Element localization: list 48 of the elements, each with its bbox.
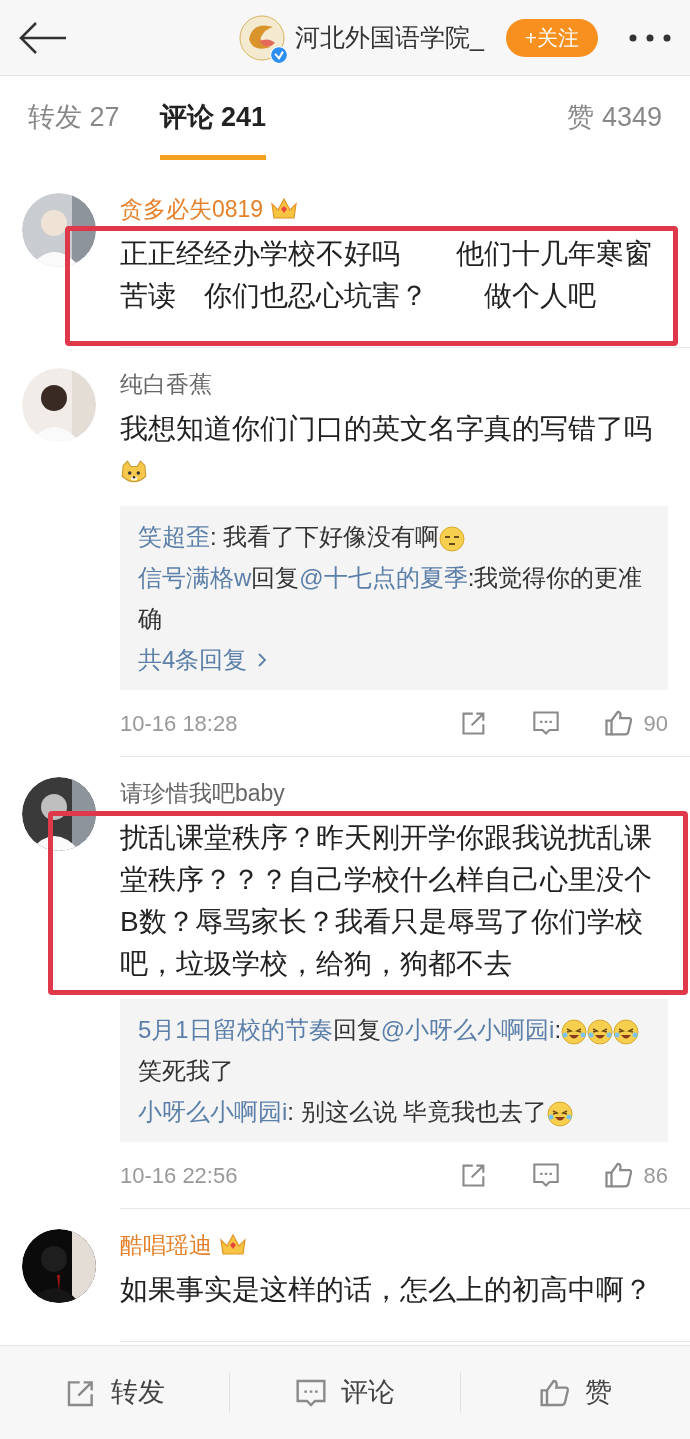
laughing-face-icon [561,1018,588,1045]
logo-icon [239,14,286,61]
tab[interactable]: 评论 241 [159,76,267,160]
repost-button[interactable]: 转发 [64,1372,165,1413]
like-button[interactable]: 90 [603,706,668,740]
comment-icon [531,709,560,737]
comment-tab-button[interactable]: 评论 [295,1372,395,1413]
chevron-right-icon [257,651,268,668]
account-name: 河北外国语学院_ [295,21,484,53]
username[interactable]: 贪多必失0819 [120,191,264,227]
user-link[interactable]: @十七点的夏季 [299,564,468,591]
comment-text: 我想知道你们门口的英文名字真的写错了吗 [120,408,668,492]
username[interactable]: 纯白香蕉 [120,366,212,402]
tab[interactable]: 转发 27 [28,76,120,160]
user-link[interactable]: 小呀么小啊园i [138,1098,288,1125]
reply-text: 笑超歪: 我看了下好像没有啊 [138,516,650,557]
laughing-face-icon [587,1018,614,1045]
crown-icon [218,1232,248,1258]
crown-icon [269,196,300,222]
username[interactable]: 请珍惜我吧baby [120,775,285,811]
laughing-face-icon [613,1018,640,1045]
timestamp: 10-16 18:28 [120,709,238,738]
reply-text: 5月1日留校的节奏回复@小呀么小啊园i: 笑死我了 [138,1009,650,1091]
comment-text: 正正经经办学校不好吗 他们十几年寒窗苦读 你们也忍心坑害？ 做个人吧 [120,237,653,313]
user-link[interactable]: 5月1日留校的节奏 [138,1016,333,1043]
more-replies-link[interactable]: 共4条回复 [138,639,268,680]
reply-text: 信号满格w回复@十七点的夏季:我觉得你的更准确 [138,563,644,634]
timestamp: 10-16 22:56 [120,1161,238,1190]
smiley-icon [439,525,466,552]
reply-text: 小呀么小啊园i: 别这么说 毕竟我也去了 [138,1091,650,1132]
thumbs-up-icon [603,708,634,738]
comment-button[interactable] [531,1161,560,1189]
like-button[interactable]: 86 [603,1158,668,1192]
user-link[interactable]: @小呀么小啊园i [380,1016,555,1043]
comment-text: 如果事实是这样的话，怎么上的初高中啊？ [120,1273,653,1307]
comment-text: 扰乱课堂秩序？昨天刚开学你跟我说扰乱课堂秩序？？？自己学校什么样自己心里没个B数？辱骂家长？我看只是辱骂了你们学校吧，垃圾学校，给狗，狗都不去 [120,821,653,981]
back-arrow-icon [18,19,68,56]
laughing-face-icon [547,1100,574,1127]
user-link[interactable]: 信号满格w [138,564,252,591]
user-link[interactable]: 笑超歪 [138,523,210,550]
more-icon [628,32,672,43]
like-tab-button[interactable]: 赞 [538,1372,612,1413]
comment-button[interactable] [531,709,560,737]
thumbs-up-icon [603,1160,634,1190]
tab[interactable]: 赞 4349 [567,76,662,160]
username[interactable]: 酷唱瑶迪 [120,1227,212,1263]
comment-icon [531,1161,560,1189]
follow-button[interactable]: +关注 [506,18,598,57]
